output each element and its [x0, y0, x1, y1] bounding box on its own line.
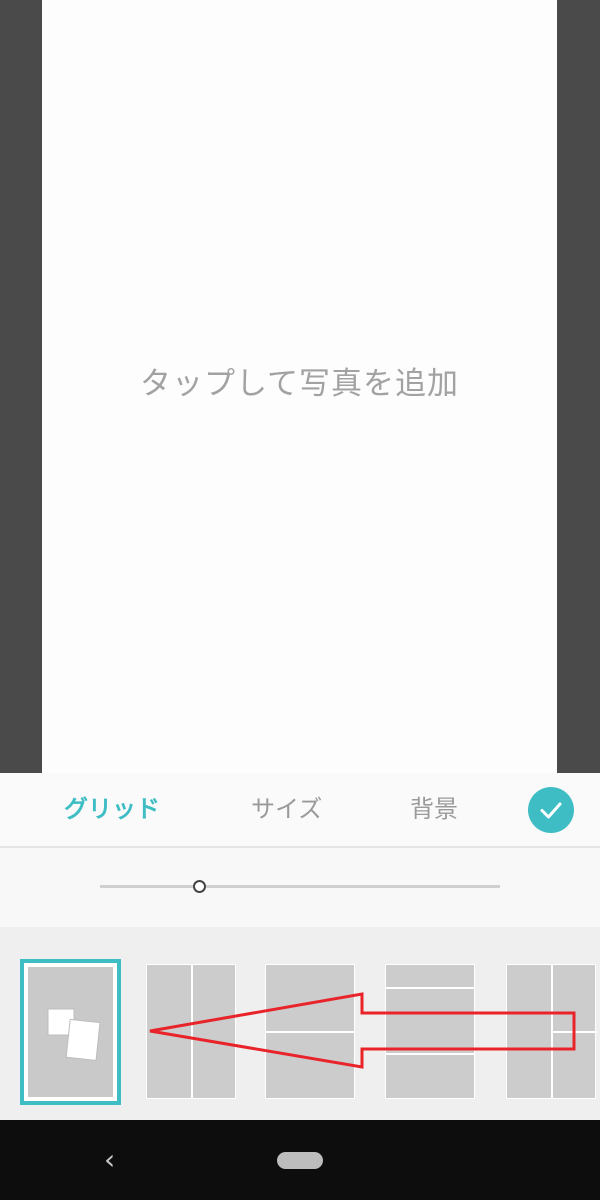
layout-divider: [386, 987, 474, 989]
home-pill-icon[interactable]: [277, 1152, 323, 1169]
tab-background[interactable]: 背景: [410, 773, 458, 846]
layout-three-rows[interactable]: [385, 964, 475, 1099]
collage-canvas-area: タップして写真を追加: [0, 0, 600, 773]
photos-icon: [47, 1008, 101, 1061]
layout-column-plus-stack[interactable]: [506, 964, 597, 1099]
layout-divider: [266, 1031, 354, 1033]
slider-thumb[interactable]: [193, 880, 206, 893]
confirm-button[interactable]: [528, 787, 574, 833]
layout-divider: [553, 1031, 597, 1033]
layout-picker: [0, 927, 600, 1120]
layout-two-columns[interactable]: [146, 964, 236, 1099]
border-width-slider-row: [0, 848, 600, 927]
layout-freeform[interactable]: [20, 959, 121, 1105]
tab-size[interactable]: サイズ: [251, 773, 322, 846]
collage-page[interactable]: タップして写真を追加: [42, 0, 557, 773]
add-photo-hint: タップして写真を追加: [139, 366, 460, 402]
layout-divider: [191, 965, 193, 1098]
tab-grid[interactable]: グリッド: [64, 773, 160, 846]
back-chevron-icon[interactable]: ‹: [104, 1144, 130, 1176]
layout-divider: [386, 1053, 474, 1055]
layout-two-rows[interactable]: [265, 964, 355, 1099]
system-nav-bar: ‹: [0, 1120, 600, 1200]
slider-track[interactable]: [100, 885, 500, 888]
editor-tab-bar: グリッド サイズ 背景: [0, 773, 600, 848]
check-icon: [540, 802, 562, 819]
